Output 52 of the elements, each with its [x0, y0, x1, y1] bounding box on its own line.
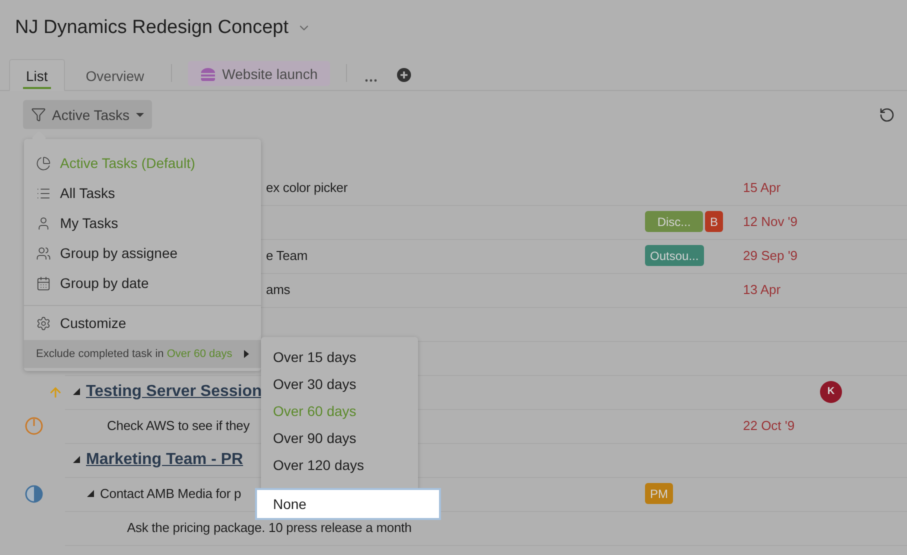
task-title[interactable]: Ask the pricing package. 10 press release a month [127, 520, 412, 535]
tag: B [705, 211, 724, 232]
collapse-triangle-icon[interactable] [73, 388, 80, 395]
due-date: 13 Apr [743, 282, 781, 297]
exclude-menu-item[interactable]: Exclude completed task in Over 60 days [24, 340, 261, 368]
submenu-item[interactable]: Over 90 days [261, 426, 418, 450]
tag: Outsou... [645, 245, 704, 266]
submenu-arrow-icon [244, 350, 249, 358]
users-icon [36, 246, 51, 260]
task-title[interactable]: ex color picker [266, 180, 348, 195]
submenu-item[interactable]: Over 120 days [261, 453, 418, 477]
task-group-title[interactable]: Marketing Team - PR [86, 450, 244, 468]
tag: Disc... [645, 211, 703, 232]
caret-icon [136, 112, 144, 116]
project-title: NJ Dynamics Redesign Concept [15, 16, 289, 38]
task-title[interactable]: Contact AMB Media for p [100, 486, 242, 501]
submenu-item[interactable]: None [255, 488, 441, 520]
task-title[interactable]: e Team [266, 248, 308, 263]
menu-item[interactable]: Group by date [24, 268, 261, 298]
filter-dropdown[interactable]: Active Tasks [23, 100, 152, 129]
due-date: 12 Nov '9 [743, 214, 798, 229]
filter-icon [31, 107, 46, 122]
menu-item[interactable]: All Tasks [24, 178, 261, 208]
submenu-item[interactable]: Over 15 days [261, 345, 418, 369]
progress-circle-icon [25, 485, 43, 503]
due-date: 22 Oct '9 [743, 418, 795, 433]
submenu-item[interactable]: Over 30 days [261, 372, 418, 396]
customize-item[interactable]: Customize [24, 308, 261, 338]
milestone-tab[interactable]: Website launch [188, 61, 330, 86]
due-date: 15 Apr [743, 180, 781, 195]
more-icon [364, 79, 377, 82]
refresh-icon[interactable] [879, 106, 895, 122]
user-icon [36, 216, 51, 230]
menu-item[interactable]: My Tasks [24, 208, 261, 238]
view-tab[interactable]: Overview [68, 59, 162, 91]
assignee-avatar: K [820, 380, 842, 402]
calendar-icon [36, 276, 51, 290]
add-button[interactable] [396, 68, 411, 82]
pie-icon [36, 156, 51, 170]
collapse-triangle-icon[interactable] [73, 456, 80, 463]
burger-icon [200, 66, 216, 80]
task-title[interactable]: Check AWS to see if they [107, 418, 250, 433]
task-group-title[interactable]: Testing Server Session [86, 382, 262, 400]
view-tab[interactable]: List [9, 59, 65, 91]
task-title[interactable]: ams [266, 282, 290, 297]
tag: PM [645, 483, 673, 504]
menu-item[interactable]: Group by assignee [24, 238, 261, 268]
due-date: 29 Sep '9 [743, 248, 798, 263]
plus-icon [396, 68, 411, 82]
settings-icon [36, 316, 51, 330]
more-button[interactable] [364, 79, 377, 82]
collapse-triangle-icon[interactable] [87, 490, 94, 497]
